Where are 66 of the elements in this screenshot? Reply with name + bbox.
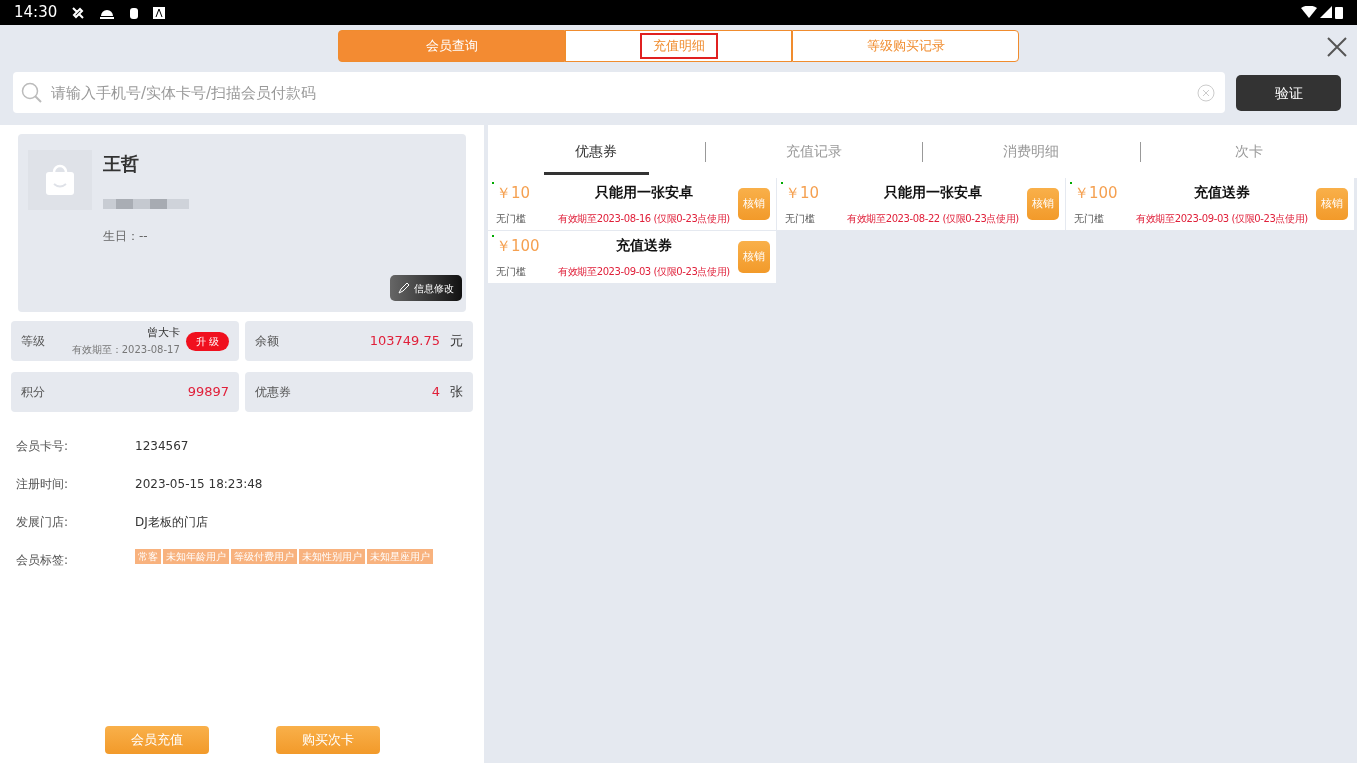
edit-info-button[interactable]: 信息修改: [390, 275, 462, 301]
unit-text: 张: [450, 383, 463, 402]
tab[interactable]: 等级购买记录: [792, 30, 1019, 62]
coupon-title: 只能用一张安卓: [594, 183, 694, 203]
tab[interactable]: 消费明细: [923, 125, 1140, 178]
stat-value: 4: [431, 383, 440, 402]
stat-label: 余额: [255, 333, 279, 350]
redeem-button[interactable]: 核销: [1316, 188, 1348, 220]
coupon-title: 充值送券: [1193, 183, 1251, 203]
stat-label: 优惠券: [255, 384, 291, 401]
member-tag: 常客: [135, 549, 161, 564]
info-label: 会员卡号:: [16, 438, 70, 455]
keyboard-a-icon: [153, 6, 166, 19]
coupon-amount: ￥100: [1074, 182, 1119, 204]
tab[interactable]: 优惠券: [488, 125, 705, 178]
coupon-condition: 无门槛: [785, 212, 816, 227]
coupon-validity: 有效期至2023-08-22 (仅限0-23点使用): [846, 212, 1020, 227]
stat-label: 积分: [21, 384, 45, 401]
redeem-button[interactable]: 核销: [738, 188, 770, 220]
member-tag: 未知星座用户: [367, 549, 433, 564]
birthday-text: 生日：--: [103, 228, 149, 245]
action-button[interactable]: 购买次卡: [275, 726, 380, 754]
action-button[interactable]: 会员充值: [104, 726, 209, 754]
coupon-validity: 有效期至2023-09-03 (仅限0-23点使用): [1135, 212, 1309, 227]
info-value: DJ老板的门店: [135, 514, 208, 531]
bag-icon: [45, 164, 75, 196]
coupon-title: 充值送券: [615, 236, 673, 256]
coupon-condition: 无门槛: [496, 212, 527, 227]
stat-value: 103749.75: [369, 332, 440, 351]
info-label: 注册时间:: [16, 476, 70, 493]
expiry-text: 有效期至：2023-08-17: [71, 342, 180, 357]
coupon-amount: ￥10: [496, 182, 532, 204]
upgrade-button[interactable]: 升 级: [185, 331, 229, 351]
member-tag: 未知性别用户: [299, 549, 365, 564]
battery-icon: [1335, 6, 1343, 19]
coupon-amount: ￥10: [785, 182, 821, 204]
member-name: 王哲: [103, 152, 140, 176]
member-tag: 等级付费用户: [231, 549, 297, 564]
coupon-title: 只能用一张安卓: [883, 183, 983, 203]
member-tag: 未知年龄用户: [163, 549, 229, 564]
tab[interactable]: 充值明细: [565, 30, 792, 62]
verify-button[interactable]: 验证: [1236, 75, 1341, 111]
coupon-amount: ￥100: [496, 235, 541, 257]
unit-text: 元: [450, 332, 463, 351]
coupon-condition: 无门槛: [1074, 212, 1105, 227]
coupon-validity: 有效期至2023-08-16 (仅限0-23点使用): [557, 212, 731, 227]
search-field[interactable]: 请输入手机号/实体卡号/扫描会员付款码: [13, 72, 1225, 113]
status-time: 14:30: [14, 2, 58, 24]
wifi-icon: [1300, 6, 1317, 18]
close-button[interactable]: [1327, 36, 1347, 57]
stat-label: 等级: [21, 333, 45, 350]
redeem-button[interactable]: 核销: [738, 241, 770, 273]
signal-icon: [1319, 6, 1332, 18]
info-label: 会员标签:: [16, 552, 70, 569]
info-value: 2023-05-15 18:23:48: [135, 476, 263, 493]
tab[interactable]: 次卡: [1140, 125, 1357, 178]
stat-value: 99897: [187, 383, 229, 402]
coupon-condition: 无门槛: [496, 265, 527, 280]
tab[interactable]: 会员查询: [338, 30, 565, 62]
tab[interactable]: 充值记录: [705, 125, 922, 178]
redeem-button[interactable]: 核销: [1027, 188, 1059, 220]
pencil-icon: [398, 282, 409, 294]
info-value: 1234567: [135, 438, 189, 455]
level-name: 曾大卡: [145, 325, 180, 342]
coupon-validity: 有效期至2023-09-03 (仅限0-23点使用): [557, 265, 731, 280]
info-label: 发展门店:: [16, 514, 70, 531]
